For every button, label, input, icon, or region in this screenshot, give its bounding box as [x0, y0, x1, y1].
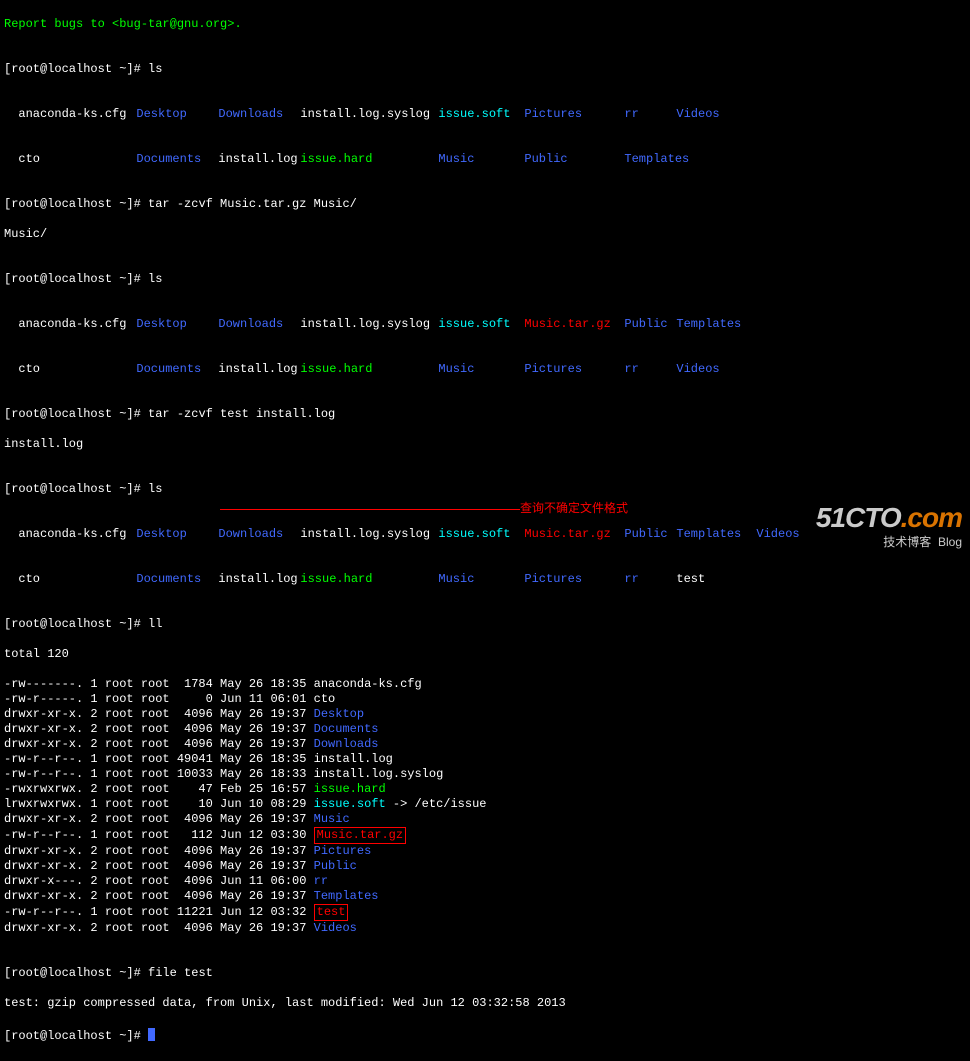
ll-entry-meta: lrwxrwxrwx. 1 root root 10 Jun 10 08:29 [4, 797, 314, 811]
ll-entry-meta: drwxr-xr-x. 2 root root 4096 May 26 19:3… [4, 737, 314, 751]
ll-entry-meta: -rw-r--r--. 1 root root 10033 May 26 18:… [4, 767, 314, 781]
cursor-icon [148, 1028, 155, 1041]
ll-entry-meta: -rw-r--r--. 1 root root 112 Jun 12 03:30 [4, 828, 314, 842]
ll-entry-meta: -rwxrwxrwx. 2 root root 47 Feb 25 16:57 [4, 782, 314, 796]
ll-entry-name: issue.soft [314, 797, 386, 811]
ll-entry-name: anaconda-ks.cfg [314, 677, 422, 691]
ll-entry-meta: -rw-------. 1 root root 1784 May 26 18:3… [4, 677, 314, 691]
cmd-tar-music: tar -zcvf Music.tar.gz Music/ [148, 197, 357, 211]
ll-entry-meta: -rw-r--r--. 1 root root 49041 May 26 18:… [4, 752, 314, 766]
shell-prompt-last[interactable]: [root@localhost ~]# [4, 1029, 148, 1043]
annotation-label: 查询不确定文件格式 [520, 501, 628, 516]
ll-entry-meta: drwxr-xr-x. 2 root root 4096 May 26 19:3… [4, 889, 314, 903]
cmd-file: file test [148, 966, 213, 980]
file-output: test: gzip compressed data, from Unix, l… [4, 996, 566, 1010]
watermark: 51CTO.com 技术博客 Blog [816, 500, 962, 550]
shell-prompt: [root@localhost ~]# [4, 62, 148, 76]
ll-entry-name: Music.tar.gz [314, 827, 406, 844]
ll-entry-meta: drwxr-xr-x. 2 root root 4096 May 26 19:3… [4, 859, 314, 873]
ls-output: anaconda-ks.cfgDesktopDownloadsinstall.l… [4, 92, 966, 122]
header-line: Report bugs to <bug-tar@gnu.org>. [4, 17, 242, 31]
ll-entry-name: rr [314, 874, 328, 888]
ll-entry-name: Pictures [314, 844, 372, 858]
ll-entry-name: Downloads [314, 737, 379, 751]
ll-entry-name: issue.hard [314, 782, 386, 796]
ll-entry-name: Documents [314, 722, 379, 736]
ll-entry-name: Desktop [314, 707, 364, 721]
ll-entry-meta: -rw-r--r--. 1 root root 11221 Jun 12 03:… [4, 905, 314, 919]
ll-entry-name: Videos [314, 921, 357, 935]
ll-entry-meta: drwxr-xr-x. 2 root root 4096 May 26 19:3… [4, 844, 314, 858]
ll-entry-name: Templates [314, 889, 379, 903]
ll-entry-meta: -rw-r-----. 1 root root 0 Jun 11 06:01 [4, 692, 314, 706]
ll-total: total 120 [4, 647, 69, 661]
ll-entry-name: install.log [314, 752, 393, 766]
ll-entry-name: Music [314, 812, 350, 826]
ll-output: -rw-------. 1 root root 1784 May 26 18:3… [4, 677, 966, 936]
ll-entry-name: Public [314, 859, 357, 873]
annotation-arrow [220, 509, 520, 510]
cmd-tar-test: tar -zcvf test install.log [148, 407, 335, 421]
ll-entry-name: install.log.syslog [314, 767, 444, 781]
cmd-ls: ls [148, 62, 162, 76]
cmd-ll: ll [148, 617, 162, 631]
ll-entry-meta: drwxr-xr-x. 2 root root 4096 May 26 19:3… [4, 707, 314, 721]
ll-entry-meta: drwxr-x---. 2 root root 4096 Jun 11 06:0… [4, 874, 314, 888]
ll-entry-meta: drwxr-xr-x. 2 root root 4096 May 26 19:3… [4, 812, 314, 826]
ll-entry-name: test [314, 904, 349, 921]
ll-entry-name: cto [314, 692, 336, 706]
ll-entry-meta: drwxr-xr-x. 2 root root 4096 May 26 19:3… [4, 722, 314, 736]
ll-entry-meta: drwxr-xr-x. 2 root root 4096 May 26 19:3… [4, 921, 314, 935]
